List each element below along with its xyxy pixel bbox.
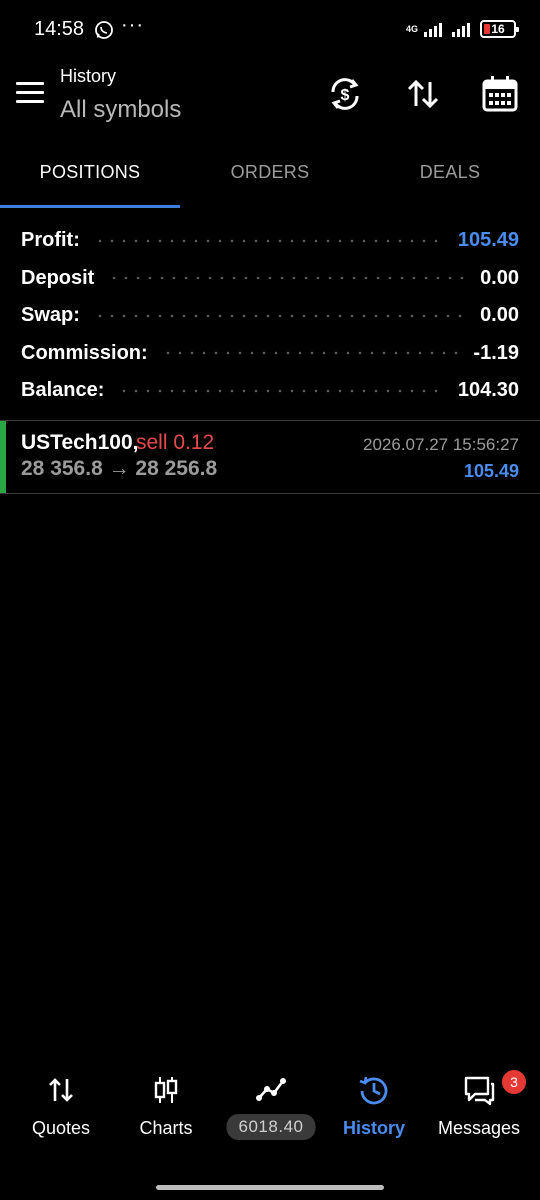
more-notifications-icon: ···	[121, 14, 144, 36]
svg-text:$: $	[341, 87, 350, 104]
position-status-bar	[0, 421, 6, 493]
position-symbol: USTech100,	[21, 431, 139, 454]
position-profit: 105.49	[463, 461, 519, 481]
tab-orders[interactable]: ORDERS	[180, 150, 360, 208]
battery-icon: 16	[480, 20, 519, 38]
bottom-navigation: Quotes Charts 6018.40 History 3 Messages	[0, 1062, 540, 1162]
equity-pill: 6018.40	[226, 1114, 316, 1140]
nav-history-label: History	[342, 1118, 406, 1138]
nav-quotes[interactable]: Quotes	[20, 1062, 102, 1152]
history-tabs: POSITIONS ORDERS DEALS	[0, 150, 540, 208]
signal-icon	[424, 21, 442, 37]
deposit-value: 0.00	[480, 266, 519, 289]
home-indicator[interactable]	[156, 1185, 384, 1190]
commission-value: -1.19	[473, 341, 519, 364]
currency-sync-button[interactable]: $	[325, 74, 365, 114]
position-row[interactable]: USTech100, sell 0.12 28 356.8 → 28 256.8…	[0, 421, 540, 493]
trade-line-icon	[255, 1074, 287, 1106]
summary-row-balance: Balance: 104.30	[0, 372, 540, 410]
deposit-label: Deposit	[21, 266, 95, 289]
symbol-filter[interactable]: All symbols	[60, 96, 181, 124]
messages-chat-icon	[463, 1074, 495, 1106]
status-bar: 14:58 ··· 4G 16	[0, 0, 540, 60]
summary-row-swap: Swap: 0.00	[0, 297, 540, 335]
messages-badge: 3	[502, 1070, 526, 1094]
summary-row-profit: Profit: 105.49	[0, 222, 540, 260]
divider	[0, 493, 540, 494]
status-time: 14:58	[34, 18, 85, 40]
profit-label: Profit:	[21, 229, 80, 252]
dotted-leader	[93, 313, 467, 318]
dotted-leader	[108, 276, 467, 281]
summary-row-commission: Commission: -1.19	[0, 335, 540, 373]
nav-quotes-label: Quotes	[31, 1118, 91, 1138]
swap-label: Swap:	[21, 304, 80, 327]
history-clock-icon	[358, 1074, 390, 1106]
tab-positions[interactable]: POSITIONS	[0, 150, 180, 208]
signal-icon-2	[452, 21, 470, 37]
summary-row-deposit: Deposit 0.00	[0, 260, 540, 298]
candlestick-chart-icon	[150, 1074, 182, 1106]
quotes-arrows-icon	[45, 1074, 77, 1106]
nav-charts-label: Charts	[139, 1118, 193, 1138]
battery-level: 16	[491, 22, 505, 36]
tab-deals[interactable]: DEALS	[360, 150, 540, 208]
balance-label: Balance:	[21, 379, 105, 402]
nav-charts[interactable]: Charts	[128, 1062, 204, 1152]
balance-value: 104.30	[457, 379, 519, 402]
menu-icon[interactable]	[16, 82, 44, 104]
position-side-volume: sell 0.12	[136, 431, 215, 454]
summary-panel: Profit: 105.49 Deposit 0.00 Swap: 0.00 C…	[0, 222, 540, 410]
calendar-icon	[482, 76, 518, 112]
nav-messages-label: Messages	[437, 1118, 521, 1138]
dotted-leader	[93, 238, 444, 243]
calendar-button[interactable]	[480, 74, 520, 114]
profit-value: 105.49	[457, 229, 519, 252]
network-type: 4G	[405, 24, 418, 34]
status-indicators: 4G 16	[405, 18, 519, 40]
commission-label: Commission:	[21, 341, 148, 364]
app-header: History All symbols $	[0, 60, 540, 150]
position-time: 2026.07.27 15:56:27	[363, 435, 519, 454]
currency-exchange-icon: $	[331, 78, 359, 110]
sort-arrows-icon	[407, 79, 439, 109]
sort-button[interactable]	[403, 74, 443, 114]
dotted-leader	[161, 351, 460, 356]
nav-messages[interactable]: 3 Messages	[434, 1062, 526, 1152]
nav-history[interactable]: History	[336, 1062, 412, 1152]
nav-trade[interactable]: 6018.40	[222, 1062, 320, 1152]
page-title: History	[60, 66, 117, 86]
dotted-leader	[118, 388, 444, 393]
swap-value: 0.00	[480, 304, 519, 327]
position-prices: 28 356.8 → 28 256.8	[21, 457, 218, 480]
whatsapp-icon	[95, 21, 113, 39]
